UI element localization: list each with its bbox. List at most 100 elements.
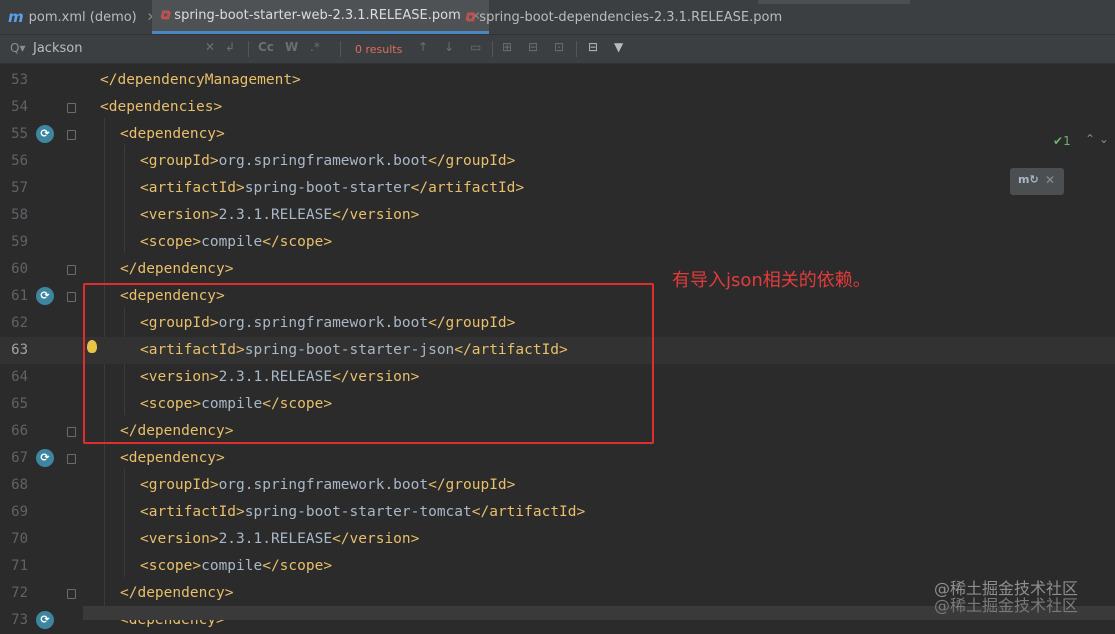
code-line[interactable]: 68 <groupId>org.springframework.boot</gro… xyxy=(0,472,1115,499)
code-text: </dependencyManagement> xyxy=(100,67,301,94)
line-number: 66 xyxy=(11,423,28,439)
xml-tag: <version> xyxy=(140,207,219,223)
line-number: 60 xyxy=(11,261,28,277)
whole-words-button[interactable]: W xyxy=(285,40,298,54)
code-text: <groupId>org.springframework.boot</group… xyxy=(140,148,515,175)
maven-file-icon: ⧉ xyxy=(160,8,170,23)
xml-value: 2.3.1.RELEASE xyxy=(218,531,333,547)
xml-tag: <scope> xyxy=(140,234,202,250)
code-line[interactable]: 57 <artifactId>spring-boot-starter</artif… xyxy=(0,175,1115,202)
override-marker-icon[interactable]: ⟳ xyxy=(36,125,54,143)
line-number: 63 xyxy=(11,342,28,358)
add-occurrence-icon[interactable]: ⊞ xyxy=(502,40,512,54)
code-line[interactable]: 71 <scope>compile</scope> xyxy=(0,553,1115,580)
divider xyxy=(492,41,493,57)
code-text: <version>2.3.1.RELEASE</version> xyxy=(140,526,419,553)
filter-icon[interactable]: ▼ xyxy=(614,40,623,54)
code-text: <dependency> xyxy=(120,445,225,472)
xml-close-tag: </artifactId> xyxy=(471,504,586,520)
code-line[interactable]: 60 </dependency> xyxy=(0,256,1115,283)
watermark-line: @稀土掘金技术社区 xyxy=(934,579,1079,598)
code-line[interactable]: 53 </dependencyManagement> xyxy=(0,67,1115,94)
line-number: 70 xyxy=(11,531,28,547)
search-input[interactable]: Jackson xyxy=(33,41,82,56)
xml-close-tag: </scope> xyxy=(262,234,333,250)
tab-overflow-area xyxy=(758,0,910,4)
inspection-nav-icon[interactable]: ⌃ ⌄ xyxy=(1085,132,1109,146)
close-icon[interactable]: ✕ xyxy=(1045,173,1055,187)
xml-tag: <scope> xyxy=(140,558,202,574)
select-all-icon[interactable]: ⊡ xyxy=(554,40,564,54)
fold-marker-icon[interactable] xyxy=(67,589,76,599)
xml-close-tag: </version> xyxy=(332,207,420,223)
code-text: <scope>compile</scope> xyxy=(140,553,332,580)
search-results-count: 0 results xyxy=(355,43,403,56)
code-line[interactable]: 70 <version>2.3.1.RELEASE</version> xyxy=(0,526,1115,553)
open-in-window-icon[interactable]: ⊟ xyxy=(588,40,598,54)
fold-marker-icon[interactable] xyxy=(67,454,76,464)
new-line-icon[interactable]: ↲ xyxy=(225,40,235,54)
xml-close-tag: </scope> xyxy=(262,558,333,574)
maven-reload-icon[interactable]: m↻ xyxy=(1018,173,1039,186)
regex-button[interactable]: .* xyxy=(310,40,320,54)
previous-occurrence-icon[interactable]: ↑ xyxy=(418,40,428,54)
override-marker-icon[interactable]: ⟳ xyxy=(36,287,54,305)
code-line[interactable]: 58 <version>2.3.1.RELEASE</version> xyxy=(0,202,1115,229)
xml-value: spring-boot-starter xyxy=(244,180,411,196)
fold-marker-icon[interactable] xyxy=(67,292,76,302)
find-bar: Q▾ Jackson ✕ ↲ Cc W .* 0 results ↑ ↓ ▭ ⊞… xyxy=(0,35,1115,64)
line-number: 59 xyxy=(11,234,28,250)
xml-tag: <groupId> xyxy=(140,477,219,493)
line-number: 58 xyxy=(11,207,28,223)
line-number: 65 xyxy=(11,396,28,412)
line-number: 53 xyxy=(11,72,28,88)
xml-close-tag: </version> xyxy=(332,531,420,547)
maven-reload-popup[interactable]: m↻ ✕ xyxy=(1010,168,1064,195)
tab-pom-demo[interactable]: m pom.xml (demo) ✕ xyxy=(8,0,157,34)
divider xyxy=(248,41,249,57)
code-line[interactable]: 69 <artifactId>spring-boot-starter-tomcat… xyxy=(0,499,1115,526)
next-occurrence-icon[interactable]: ↓ xyxy=(444,40,454,54)
code-text: <artifactId>spring-boot-starter</artifac… xyxy=(140,175,524,202)
line-number: 68 xyxy=(11,477,28,493)
code-line[interactable]: 67 ⟳ <dependency> xyxy=(0,445,1115,472)
clear-search-icon[interactable]: ✕ xyxy=(205,40,215,54)
xml-tag: <groupId> xyxy=(140,153,219,169)
line-number: 69 xyxy=(11,504,28,520)
line-number: 56 xyxy=(11,153,28,169)
xml-value: compile xyxy=(201,234,263,250)
select-all-occurrences-icon[interactable]: ▭ xyxy=(470,40,481,54)
inspection-count: 1 xyxy=(1063,134,1071,148)
tab-dependencies-pom[interactable]: ⧉ spring-boot-dependencies-2.3.1.RELEASE… xyxy=(465,0,782,34)
xml-tag: <dependencies> xyxy=(100,99,223,115)
xml-value: org.springframework.boot xyxy=(218,477,429,493)
tab-label: pom.xml (demo) xyxy=(28,9,137,25)
code-line[interactable]: 56 <groupId>org.springframework.boot</gro… xyxy=(0,148,1115,175)
search-icon[interactable]: Q▾ xyxy=(10,41,25,55)
match-case-button[interactable]: Cc xyxy=(258,40,274,54)
override-marker-icon[interactable]: ⟳ xyxy=(36,449,54,467)
fold-marker-icon[interactable] xyxy=(67,103,76,113)
code-text: <artifactId>spring-boot-starter-tomcat</… xyxy=(140,499,585,526)
code-line[interactable]: 55 ⟳ <dependency> xyxy=(0,121,1115,148)
maven-module-icon: m xyxy=(8,8,24,26)
tab-starter-web-pom[interactable]: ⧉ spring-boot-starter-web-2.3.1.RELEASE.… xyxy=(152,0,489,34)
xml-tag: <dependency> xyxy=(120,450,225,466)
inspection-ok-indicator[interactable]: ✔1 xyxy=(1053,134,1071,148)
watermark: @稀土掘金技术社区 @稀土掘金技术社区 xyxy=(934,580,1078,614)
code-text: </dependency> xyxy=(120,256,234,283)
editor-tab-bar: m pom.xml (demo) ✕ ⧉ spring-boot-starter… xyxy=(0,0,1115,35)
code-line[interactable]: 59 <scope>compile</scope> xyxy=(0,229,1115,256)
annotation-text: 有导入json相关的依赖。 xyxy=(672,270,871,291)
fold-marker-icon[interactable] xyxy=(67,265,76,275)
line-number: 57 xyxy=(11,180,28,196)
remove-occurrence-icon[interactable]: ⊟ xyxy=(528,40,538,54)
code-line[interactable]: 54 <dependencies> xyxy=(0,94,1115,121)
override-marker-icon[interactable]: ⟳ xyxy=(36,611,54,629)
annotation-highlight-box xyxy=(83,283,654,444)
line-number: 61 xyxy=(11,288,28,304)
xml-tag: <artifactId> xyxy=(140,504,245,520)
fold-marker-icon[interactable] xyxy=(67,427,76,437)
fold-marker-icon[interactable] xyxy=(67,130,76,140)
xml-close-tag: </artifactId> xyxy=(410,180,525,196)
